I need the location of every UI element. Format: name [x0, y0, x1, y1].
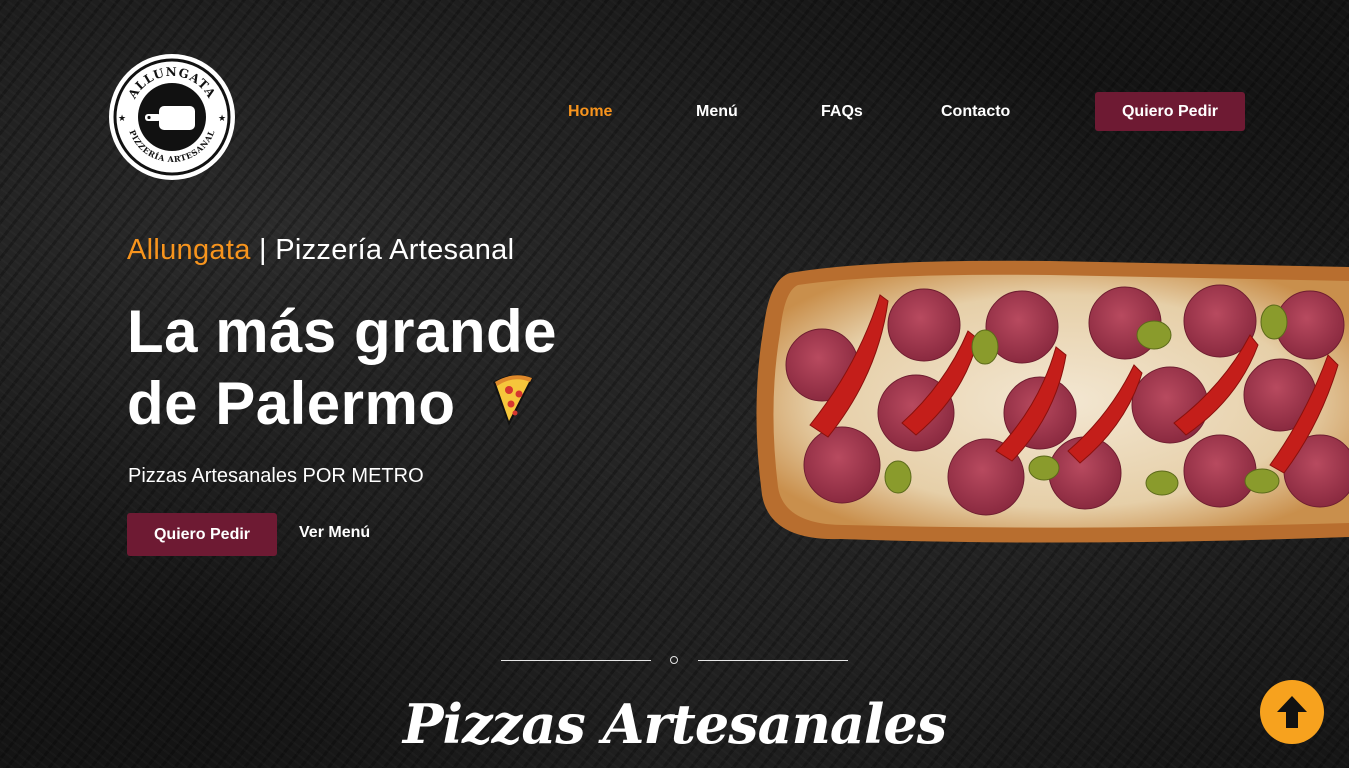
- site-logo[interactable]: ALLUNGATA PIZZERÍA ARTESANAL ★ ★: [109, 54, 235, 180]
- nav-order-button[interactable]: Quiero Pedir: [1095, 92, 1245, 131]
- divider-line-right: [698, 660, 848, 661]
- nav-item-faqs[interactable]: FAQs: [821, 103, 863, 121]
- view-menu-link[interactable]: Ver Menú: [299, 524, 370, 542]
- pizza-slice-icon: [492, 374, 533, 426]
- nav-item-contacto[interactable]: Contacto: [941, 103, 1010, 121]
- hero-subtitle-text: Pizzería Artesanal: [275, 234, 515, 266]
- scroll-top-button[interactable]: [1260, 680, 1324, 744]
- svg-text:★: ★: [118, 113, 126, 123]
- headline-line-1: La más grande: [127, 298, 557, 365]
- divider-dot: [670, 656, 678, 664]
- arrow-up-icon: [1277, 696, 1307, 728]
- headline-line-2: de Palermo: [127, 370, 456, 437]
- hero-headline: La más grande de Palermo: [127, 296, 687, 440]
- logo-emblem: ALLUNGATA PIZZERÍA ARTESANAL ★ ★: [112, 57, 232, 177]
- hero-tagline: Pizzas Artesanales POR METRO: [128, 465, 424, 487]
- hero-subtitle: Allungata | Pizzería Artesanal: [127, 234, 514, 267]
- section-title: Pizzas Artesanales: [402, 692, 947, 756]
- hero-brand: Allungata: [127, 234, 251, 266]
- hero-separator: |: [250, 234, 276, 266]
- hero-order-button[interactable]: Quiero Pedir: [127, 513, 277, 556]
- nav-item-menu[interactable]: Menú: [696, 103, 738, 121]
- svg-text:★: ★: [218, 113, 226, 123]
- nav-item-home[interactable]: Home: [568, 103, 612, 121]
- divider-line-left: [501, 660, 651, 661]
- hero-pizza-image: [756, 260, 1349, 543]
